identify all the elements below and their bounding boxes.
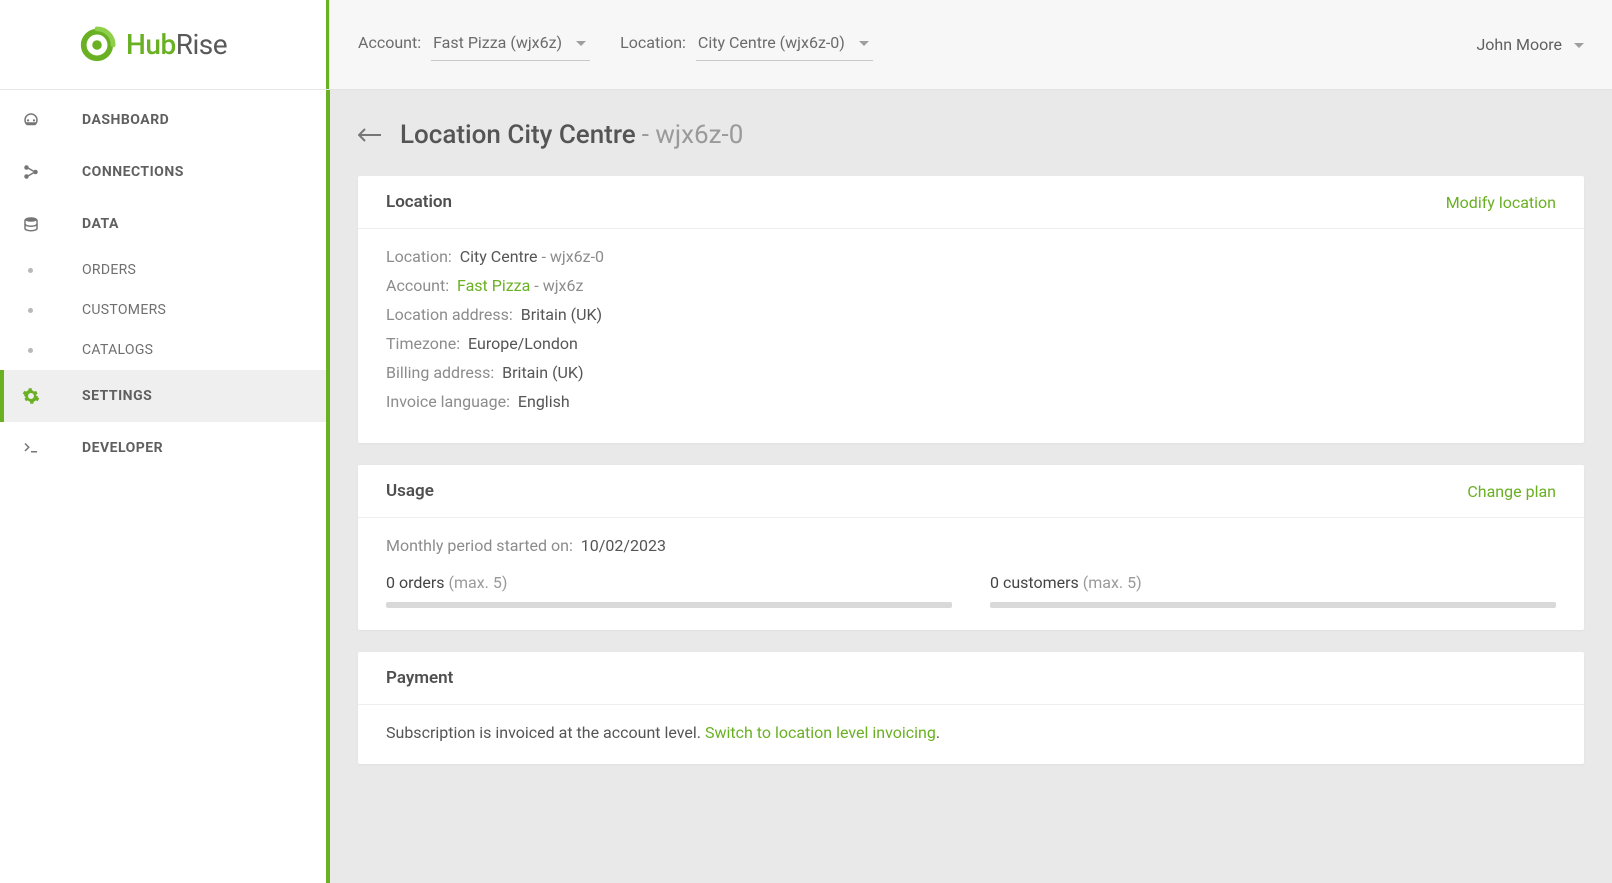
- terminal-icon: [22, 439, 82, 457]
- account-value: Fast Pizza (wjx6z): [433, 33, 562, 52]
- usage-card: Usage Change plan Monthly period started…: [358, 465, 1584, 630]
- sidebar-sub-label: CATALOGS: [82, 342, 153, 358]
- sidebar: HubRise DASHBOARD CONNECTIONS DATA: [0, 0, 330, 883]
- orders-progress: [386, 602, 952, 608]
- content: Location City Centre - wjx6z-0 Location …: [330, 90, 1612, 883]
- sidebar-item-dashboard[interactable]: DASHBOARD: [0, 94, 326, 146]
- orders-usage: 0 orders (max. 5): [386, 573, 952, 608]
- location-dropdown[interactable]: City Centre (wjx6z-0): [696, 29, 873, 61]
- billing-row: Billing address: Britain (UK): [386, 363, 1556, 382]
- sidebar-item-settings[interactable]: SETTINGS: [0, 370, 326, 422]
- dashboard-icon: [22, 111, 82, 129]
- sidebar-item-connections[interactable]: CONNECTIONS: [0, 146, 326, 198]
- sidebar-item-label: SETTINGS: [82, 388, 152, 404]
- sidebar-item-data[interactable]: DATA: [0, 198, 326, 250]
- modify-location-link[interactable]: Modify location: [1446, 193, 1556, 212]
- location-row: Location: City Centre - wjx6z-0: [386, 247, 1556, 266]
- sidebar-item-developer[interactable]: DEVELOPER: [0, 422, 326, 474]
- customers-count: 0 customers: [990, 573, 1079, 592]
- customers-max: (max. 5): [1079, 573, 1142, 592]
- logo[interactable]: HubRise: [0, 0, 330, 90]
- location-value: City Centre (wjx6z-0): [698, 33, 845, 52]
- location-selector: Location: City Centre (wjx6z-0): [620, 29, 873, 61]
- chevron-down-icon: [1574, 43, 1584, 48]
- change-plan-link[interactable]: Change plan: [1467, 482, 1556, 501]
- account-label: Account:: [358, 33, 421, 52]
- invoice-lang-row: Invoice language: English: [386, 392, 1556, 411]
- sidebar-nav: DASHBOARD CONNECTIONS DATA ORDERS: [0, 90, 326, 474]
- account-dropdown[interactable]: Fast Pizza (wjx6z): [431, 29, 590, 61]
- sidebar-item-label: CONNECTIONS: [82, 164, 184, 180]
- customers-progress: [990, 602, 1556, 608]
- sidebar-sub-orders[interactable]: ORDERS: [0, 250, 326, 290]
- topbar: Account: Fast Pizza (wjx6z) Location: Ci…: [330, 0, 1612, 90]
- sidebar-sub-catalogs[interactable]: CATALOGS: [0, 330, 326, 370]
- orders-max: (max. 5): [445, 573, 508, 592]
- page-location-name: City Centre: [507, 120, 635, 150]
- bullet-icon: [22, 348, 82, 353]
- payment-card-title: Payment: [386, 668, 453, 688]
- customers-usage: 0 customers (max. 5): [990, 573, 1556, 608]
- switch-invoicing-link[interactable]: Switch to location level invoicing: [705, 723, 936, 742]
- user-name: John Moore: [1476, 35, 1562, 54]
- sidebar-item-label: DATA: [82, 216, 119, 232]
- account-row: Account: Fast Pizza - wjx6z: [386, 276, 1556, 295]
- payment-card: Payment Subscription is invoiced at the …: [358, 652, 1584, 764]
- orders-count: 0 orders: [386, 573, 445, 592]
- timezone-row: Timezone: Europe/London: [386, 334, 1556, 353]
- period-row: Monthly period started on: 10/02/2023: [386, 536, 1556, 555]
- chevron-down-icon: [576, 41, 586, 46]
- page-title: Location City Centre - wjx6z-0: [358, 120, 1584, 150]
- hubrise-logo-icon: [78, 26, 116, 64]
- sidebar-item-label: DEVELOPER: [82, 440, 163, 456]
- sidebar-sub-customers[interactable]: CUSTOMERS: [0, 290, 326, 330]
- gear-icon: [22, 387, 82, 405]
- back-arrow-icon[interactable]: [358, 126, 382, 144]
- location-label: Location:: [620, 33, 686, 52]
- location-card-title: Location: [386, 192, 452, 212]
- page-prefix: Location: [400, 120, 507, 150]
- connections-icon: [22, 163, 82, 181]
- account-selector: Account: Fast Pizza (wjx6z): [358, 29, 590, 61]
- logo-text-rest: Rise: [176, 28, 227, 61]
- user-menu[interactable]: John Moore: [1476, 35, 1584, 54]
- bullet-icon: [22, 268, 82, 273]
- usage-card-title: Usage: [386, 481, 434, 501]
- sidebar-item-label: DASHBOARD: [82, 112, 169, 128]
- chevron-down-icon: [859, 41, 869, 46]
- location-card: Location Modify location Location: City …: [358, 176, 1584, 443]
- account-link[interactable]: Fast Pizza: [457, 276, 530, 295]
- page-location-id: wjx6z-0: [655, 120, 743, 150]
- sidebar-sub-label: CUSTOMERS: [82, 302, 166, 318]
- bullet-icon: [22, 308, 82, 313]
- logo-text-accent: Hub: [126, 28, 176, 61]
- address-row: Location address: Britain (UK): [386, 305, 1556, 324]
- payment-text: Subscription is invoiced at the account …: [386, 723, 1556, 742]
- sidebar-sub-label: ORDERS: [82, 262, 136, 278]
- data-icon: [22, 215, 82, 233]
